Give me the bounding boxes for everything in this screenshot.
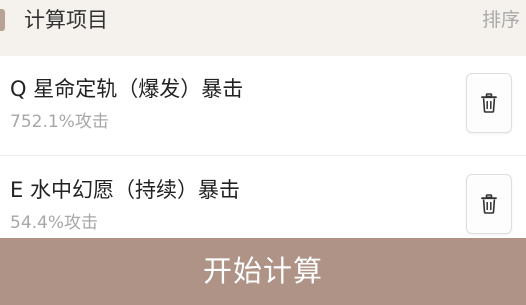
- item-value: 752.1%攻击: [10, 112, 109, 132]
- item-value: 54.4%攻击: [10, 213, 99, 233]
- section-header: 计算项目 排序: [0, 0, 526, 56]
- trash-icon: [481, 93, 497, 113]
- item-name: E 水中幻愿（持续）暴击: [10, 178, 240, 202]
- start-calculation-button[interactable]: 开始计算: [0, 238, 526, 305]
- sort-button[interactable]: 排序: [482, 6, 520, 34]
- section-accent-bar: [0, 9, 5, 31]
- list-item: Q 星命定轨（爆发）暴击 752.1%攻击: [0, 56, 526, 156]
- delete-button[interactable]: [466, 73, 512, 133]
- delete-button[interactable]: [466, 174, 512, 234]
- item-name: Q 星命定轨（爆发）暴击: [10, 77, 244, 101]
- section-title: 计算项目: [24, 8, 108, 32]
- trash-icon: [481, 194, 497, 214]
